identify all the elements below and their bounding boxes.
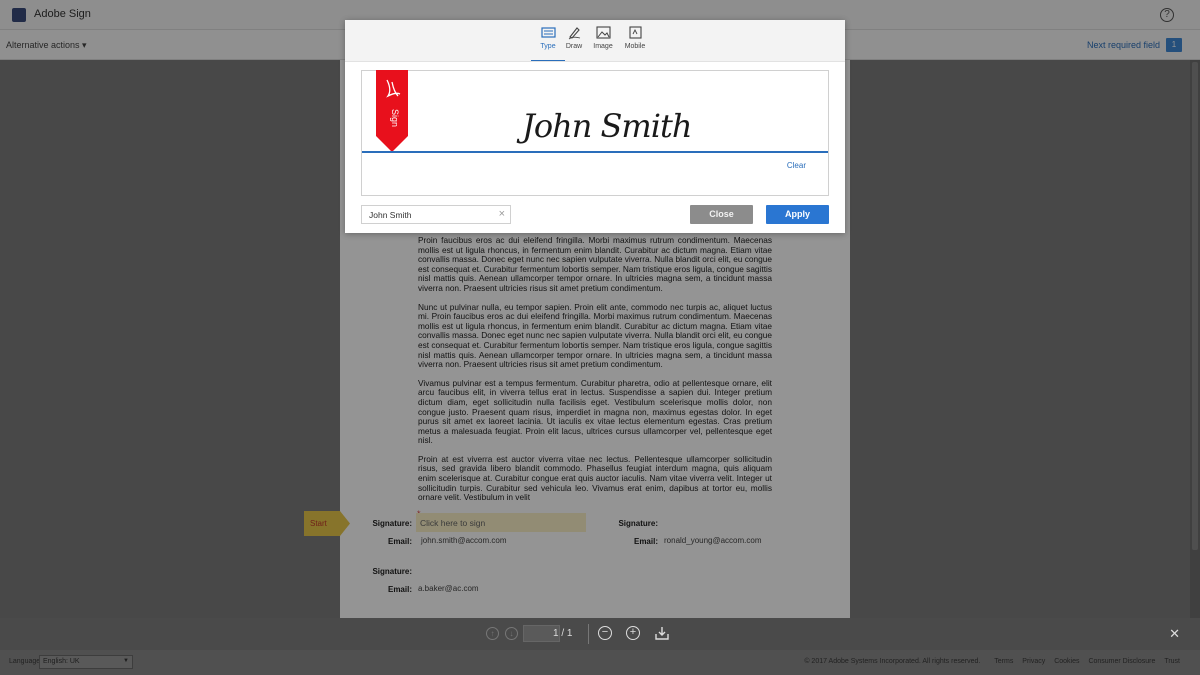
tab-type-label: Type <box>540 43 556 50</box>
tab-image-label: Image <box>593 43 613 50</box>
apply-button[interactable]: Apply <box>766 205 829 224</box>
ribbon-label: Sign <box>390 109 400 127</box>
zoom-in-icon[interactable]: + <box>626 626 640 640</box>
toolbar-divider <box>588 624 589 644</box>
close-icon[interactable]: ✕ <box>1169 626 1180 642</box>
typed-name-input[interactable]: John Smith × <box>361 205 511 224</box>
bottom-toolbar: ↑ ↓ 1 / 1 − + ✕ <box>0 618 1200 650</box>
typed-name-value: John Smith <box>369 210 412 220</box>
mobile-icon <box>628 25 643 40</box>
clear-link[interactable]: Clear <box>787 161 806 170</box>
pen-icon <box>567 25 582 40</box>
tab-mobile-label: Mobile <box>624 43 646 50</box>
keyboard-icon <box>540 25 556 40</box>
tab-image[interactable]: Image <box>586 25 620 61</box>
arrow-down-icon[interactable]: ↓ <box>505 627 518 640</box>
zoom-out-icon[interactable]: − <box>598 626 612 640</box>
sign-ribbon-icon: Sign <box>376 70 408 152</box>
signature-method-tabs: Type Draw Image Mobile <box>345 20 845 62</box>
signature-preview: John Smith <box>522 107 692 145</box>
signature-baseline <box>362 151 828 153</box>
close-button[interactable]: Close <box>690 205 753 224</box>
image-icon <box>595 25 611 40</box>
tab-mobile[interactable]: Mobile <box>618 25 652 61</box>
signature-pad[interactable]: Sign John Smith Clear <box>361 70 829 196</box>
clear-input-icon[interactable]: × <box>499 208 505 220</box>
arrow-up-icon[interactable]: ↑ <box>486 627 499 640</box>
tab-draw-label: Draw <box>565 43 583 50</box>
signature-dialog: Type Draw Image Mobile Sign John Smith C… <box>345 20 845 233</box>
download-icon[interactable] <box>655 626 669 640</box>
page-indicator: 1 / 1 <box>553 628 573 639</box>
